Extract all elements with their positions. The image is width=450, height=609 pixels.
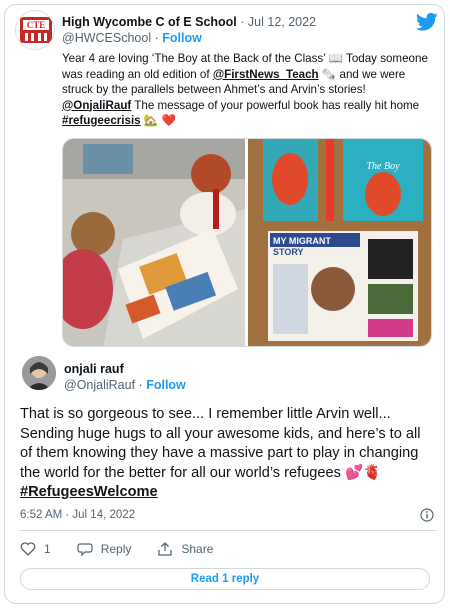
follow-button[interactable]: Follow — [162, 31, 202, 45]
tweet-text-part: The message of your powerful book has re… — [131, 98, 420, 112]
svg-text:CTE: CTE — [27, 20, 46, 30]
reply-label: Reply — [100, 542, 132, 556]
divider — [20, 530, 436, 531]
tweet-text-part: 🏡 — [140, 114, 162, 127]
heart-emoji: ❤️ — [161, 114, 176, 127]
reply-text: That is so gorgeous to see... I remember… — [20, 405, 430, 503]
reply-emoji: 💕🫀 — [345, 464, 382, 481]
read-reply-button[interactable]: Read 1 reply — [20, 568, 430, 590]
books-photo[interactable]: The Boy MY MIGRANT STORY — [248, 139, 432, 347]
reply-timestamp[interactable]: 6:52 AM · Jul 14, 2022 — [20, 509, 135, 521]
separator-dot: · — [138, 378, 143, 392]
school-avatar[interactable]: CTE — [15, 10, 55, 50]
tweet-media[interactable]: The Boy MY MIGRANT STORY — [62, 138, 432, 347]
reply-icon — [77, 543, 93, 556]
tweet-date[interactable]: Jul 12, 2022 — [248, 15, 316, 29]
author-name[interactable]: High Wycombe C of E School — [62, 15, 237, 29]
action-bar: 1 Reply Share — [20, 540, 239, 558]
share-button[interactable]: Share — [157, 542, 213, 556]
svg-text:MY MIGRANT: MY MIGRANT — [273, 236, 331, 246]
hashtag-link[interactable]: #refugeecrisis — [62, 114, 141, 127]
svg-text:The Boy: The Boy — [366, 161, 400, 172]
heart-icon — [20, 542, 36, 556]
tweet-text: Year 4 are loving ‘The Boy at the Back o… — [62, 51, 430, 129]
svg-text:STORY: STORY — [273, 247, 304, 257]
mention-link[interactable]: @FirstNews_Teach — [213, 68, 319, 81]
share-label: Share — [181, 542, 214, 556]
user-photo-icon — [22, 356, 56, 390]
reply-author-name[interactable]: onjali rauf — [64, 362, 124, 376]
info-icon[interactable] — [420, 508, 434, 522]
share-icon — [158, 542, 173, 556]
school-logo-icon: CTE — [20, 17, 52, 43]
separator-dot: · — [240, 15, 245, 29]
reply-author-avatar[interactable] — [22, 356, 56, 390]
reply-button[interactable]: Reply — [77, 542, 132, 556]
like-button[interactable]: 1 — [20, 542, 51, 556]
separator-dot: · — [154, 31, 159, 45]
hashtag-link[interactable]: #RefugeesWelcome — [20, 484, 158, 500]
follow-button[interactable]: Follow — [146, 378, 186, 392]
twitter-bird-icon[interactable] — [416, 12, 438, 32]
mention-link[interactable]: @OnjaliRauf — [62, 99, 131, 112]
reply-author-handle[interactable]: @OnjaliRauf — [64, 378, 135, 392]
author-handle[interactable]: @HWCESchool — [62, 31, 151, 45]
like-count: 1 — [44, 542, 51, 556]
reply-header: onjali rauf @OnjaliRauf · Follow — [64, 361, 186, 393]
classroom-photo[interactable] — [63, 139, 245, 347]
tweet-header: High Wycombe C of E School · Jul 12, 202… — [62, 14, 316, 46]
